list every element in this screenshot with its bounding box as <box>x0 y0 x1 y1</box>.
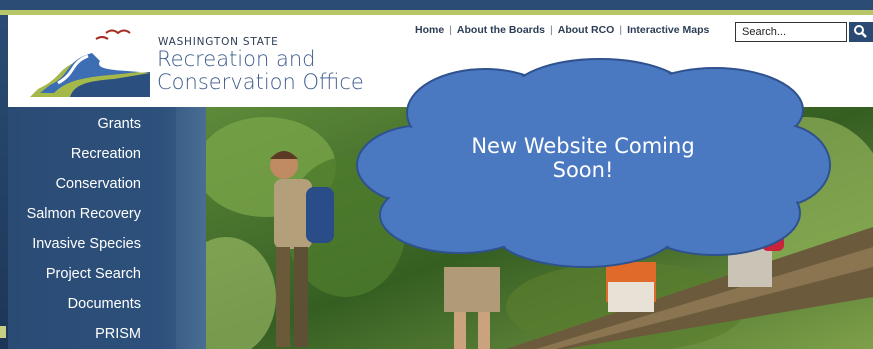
search-icon <box>854 25 867 38</box>
callout-line1: New Website Coming <box>471 134 695 158</box>
nav-home-link[interactable]: Home <box>415 24 444 36</box>
nav-separator: | <box>619 24 623 36</box>
logo-title: Recreation and Conservation Office <box>157 48 364 94</box>
sidebar-item-salmon-recovery[interactable]: Salmon Recovery <box>27 206 141 222</box>
sidebar-stripe <box>176 107 206 349</box>
sidebar-nav: Grants Recreation Conservation Salmon Re… <box>8 107 206 349</box>
rco-logo-icon[interactable] <box>30 25 150 97</box>
sidebar-item-invasive-species[interactable]: Invasive Species <box>32 236 141 252</box>
nav-interactive-maps-link[interactable]: Interactive Maps <box>627 24 709 36</box>
search-button[interactable] <box>849 22 873 42</box>
sidebar-item-prism[interactable]: PRISM <box>95 326 141 342</box>
nav-about-rco-link[interactable]: About RCO <box>558 24 615 36</box>
nav-separator: | <box>550 24 553 36</box>
sidebar-item-grants[interactable]: Grants <box>97 116 141 132</box>
sidebar-item-conservation[interactable]: Conservation <box>56 176 141 192</box>
left-marker <box>0 326 6 338</box>
sidebar-item-recreation[interactable]: Recreation <box>71 146 141 162</box>
logo-title-line2: Conservation Office <box>157 70 364 94</box>
sidebar-item-project-search[interactable]: Project Search <box>46 266 141 282</box>
callout-line2: Soon! <box>552 158 614 182</box>
top-nav: Home | About the Boards | About RCO | Interact… <box>415 24 709 36</box>
nav-separator: | <box>449 24 452 36</box>
search-input[interactable]: Search... <box>735 22 847 42</box>
logo-title-line1: Recreation and <box>157 47 316 71</box>
callout-text: New Website Coming Soon! <box>438 134 728 182</box>
nav-about-boards-link[interactable]: About the Boards <box>457 24 545 36</box>
sidebar-item-documents[interactable]: Documents <box>68 296 141 312</box>
